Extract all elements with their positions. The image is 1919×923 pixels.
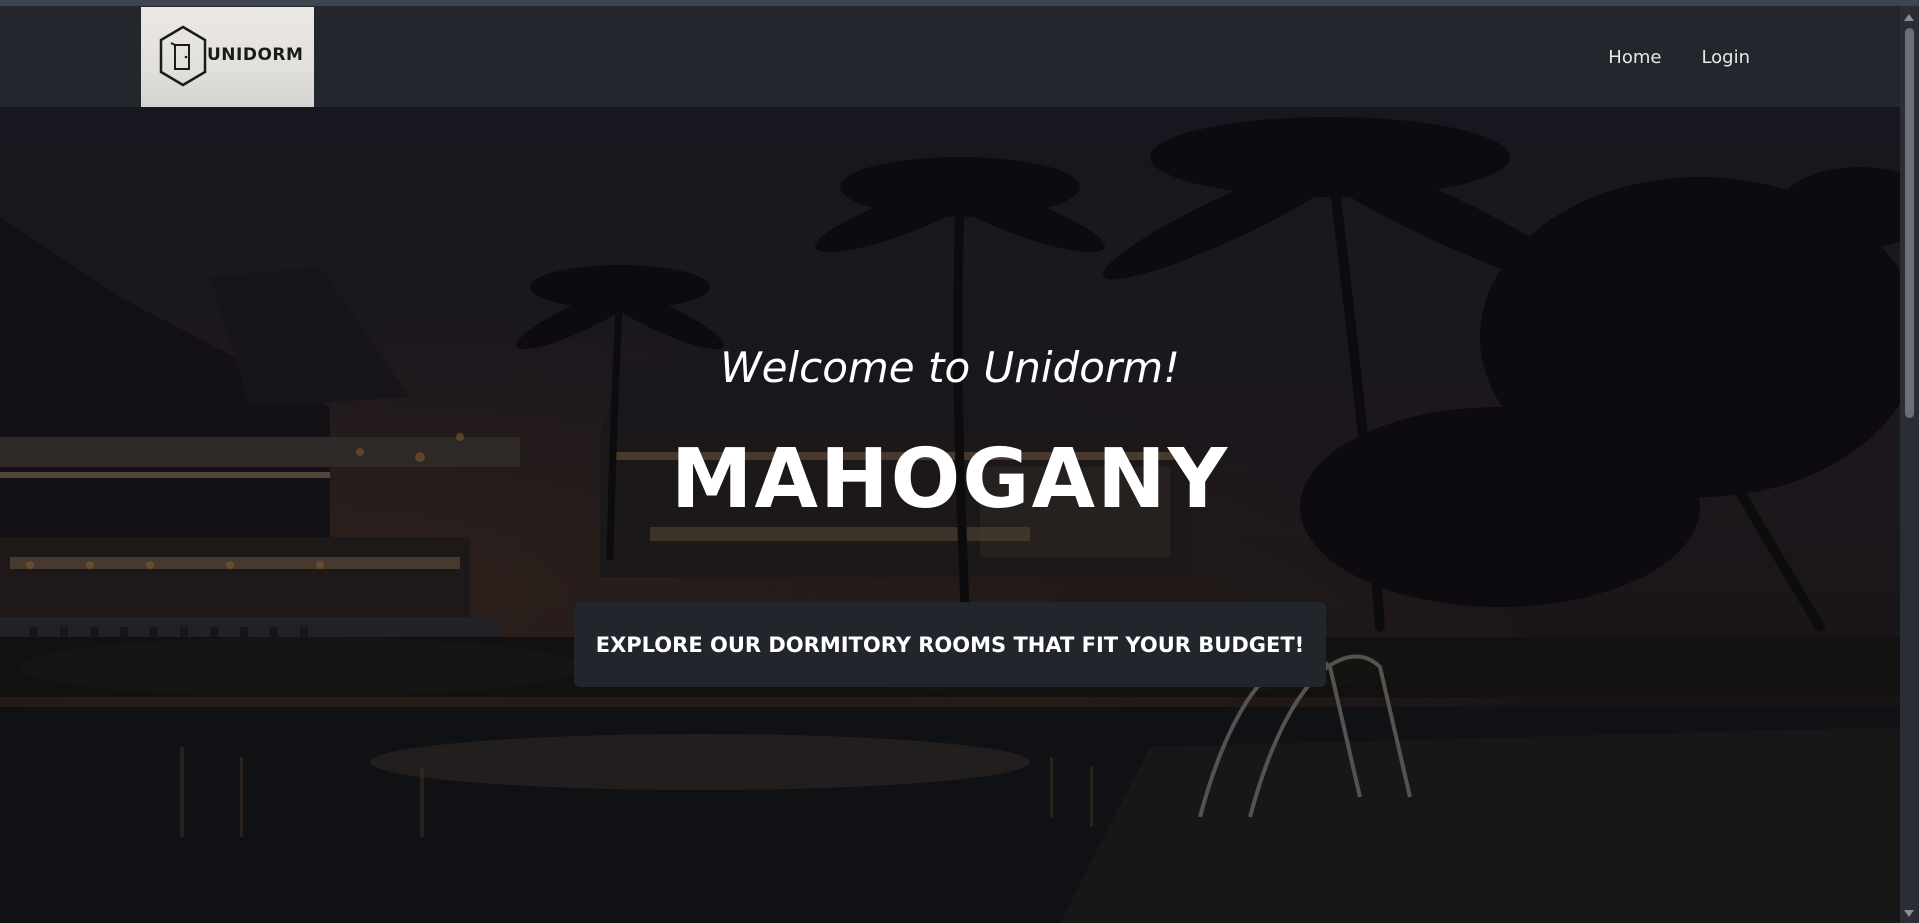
nav-login-link[interactable]: Login xyxy=(1701,47,1750,68)
main-nav: Home Login xyxy=(1608,47,1750,68)
scrollbar-thumb[interactable] xyxy=(1905,28,1914,418)
navbar: UNIDORM Home Login xyxy=(0,6,1900,108)
scroll-down-icon[interactable] xyxy=(1904,910,1914,917)
brand-name: UNIDORM xyxy=(207,45,304,65)
door-hexagon-icon xyxy=(159,25,207,87)
explore-rooms-button[interactable]: EXPLORE OUR DORMITORY ROOMS THAT FIT YOU… xyxy=(574,602,1326,687)
scroll-up-icon[interactable] xyxy=(1904,14,1914,21)
hero-section: Welcome to Unidorm! MAHOGANY EXPLORE OUR… xyxy=(0,107,1900,923)
vertical-scrollbar[interactable] xyxy=(1900,6,1919,923)
hero-title: MAHOGANY xyxy=(670,432,1230,527)
hero-welcome-text: Welcome to Unidorm! xyxy=(720,343,1180,392)
nav-home-link[interactable]: Home xyxy=(1608,47,1661,68)
brand-logo[interactable]: UNIDORM xyxy=(141,7,314,107)
